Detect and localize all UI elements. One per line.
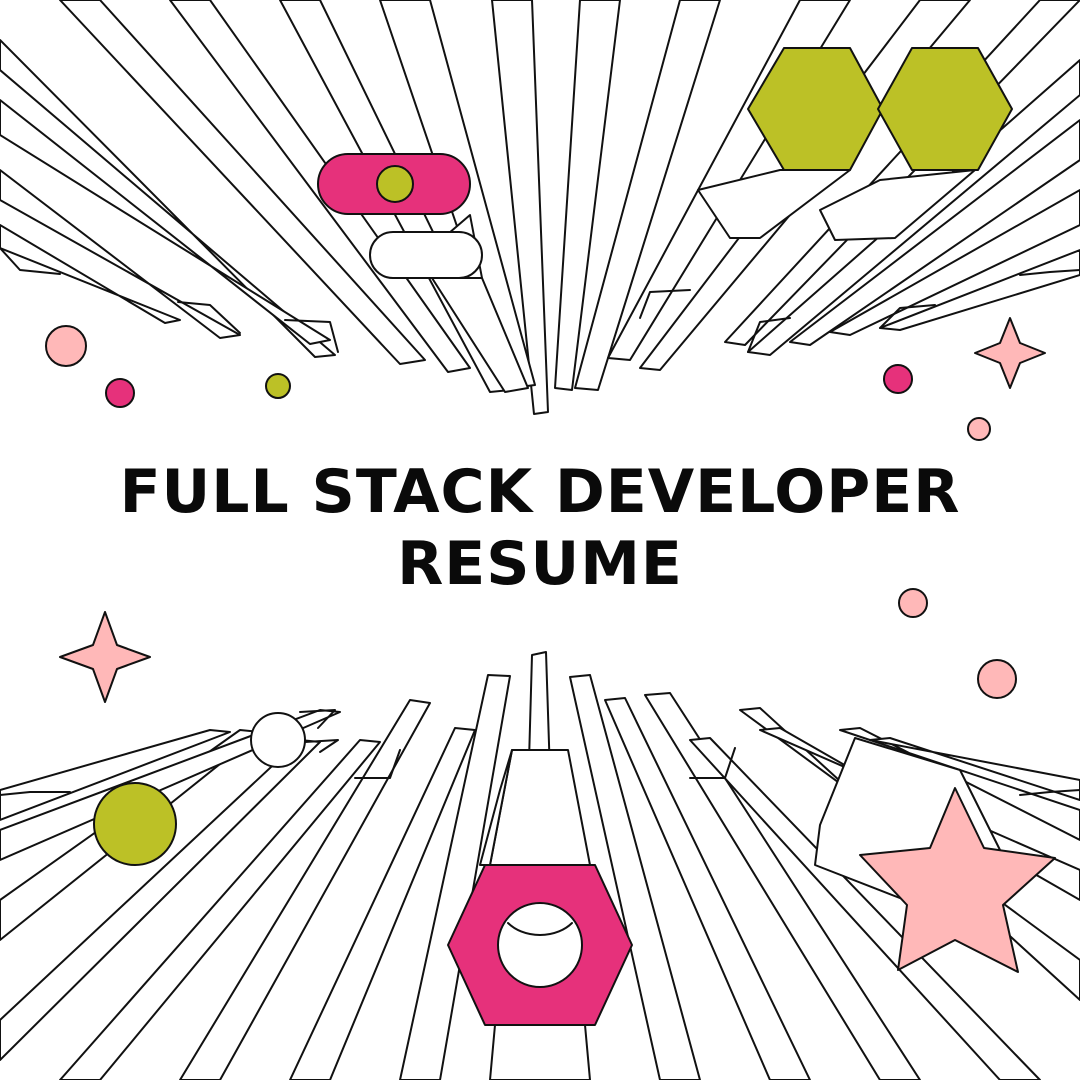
sparkle-icon [59,611,151,703]
headline-line-1: FULL STACK DEVELOPER [119,457,961,527]
lime-ball [93,782,177,866]
dot-icon [967,417,991,441]
white-ball [250,712,306,768]
headline: FULL STACK DEVELOPER RESUME [0,462,1080,606]
headline-line-2: RESUME [397,529,683,599]
hex-nut [447,864,633,1026]
dot-icon [883,364,913,394]
bottom-pillar-base [489,1024,591,1080]
bottom-pillar [489,749,591,866]
top-pill-white [369,231,483,279]
hex-nut-hole [497,902,583,988]
dot-icon [105,378,135,408]
dot-icon [977,659,1017,699]
top-pill-dot [376,165,414,203]
poster-canvas: FULL STACK DEVELOPER RESUME [0,0,1080,1080]
dot-icon [265,373,291,399]
dot-icon [45,325,87,367]
sparkle-icon [974,317,1046,389]
